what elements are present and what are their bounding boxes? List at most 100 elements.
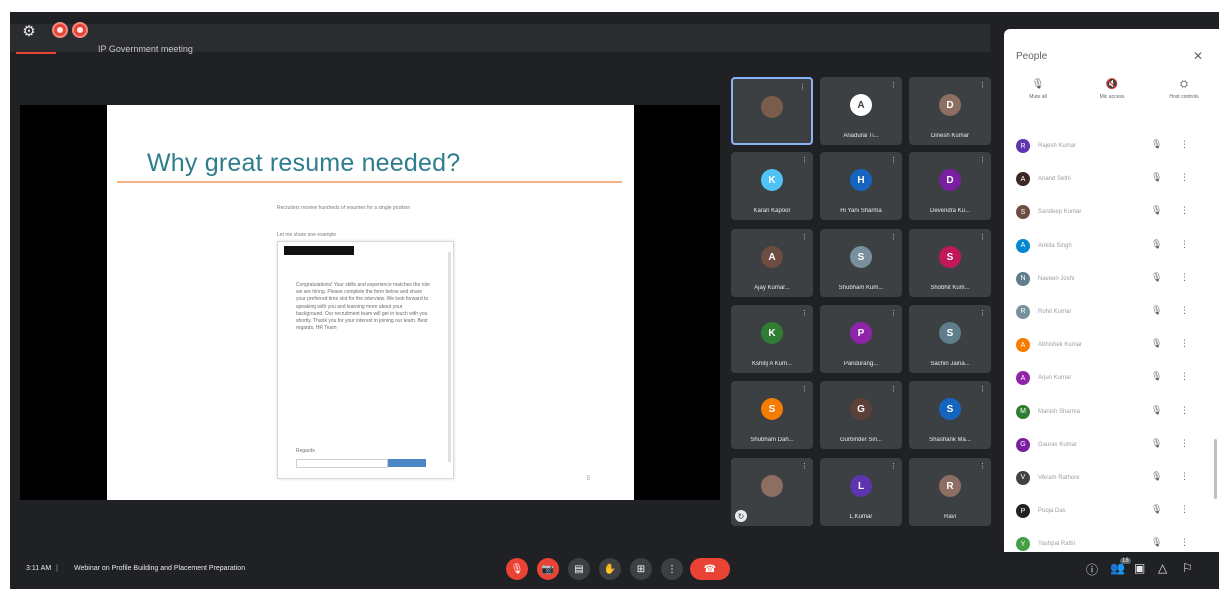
participant-row[interactable]: S Sandeep Kumar 🎙 ⋮ [1004,198,1219,231]
participant-mic-icon[interactable]: 🎙 [1151,173,1162,183]
panel-scrollbar[interactable] [1214,439,1217,499]
participant-more-icon[interactable]: ⋮ [1180,306,1189,316]
leave-call-button[interactable]: ☎ [690,558,730,580]
tile-menu-icon[interactable]: ⋮ [979,81,986,89]
participant-tile[interactable]: ⋮ H Hi Yani Sharma [820,152,902,220]
mic-access-button[interactable]: 🔇 Mic access [1082,79,1142,100]
participant-mic-icon[interactable]: 🎙 [1151,439,1162,449]
tile-menu-icon[interactable]: ⋮ [890,233,897,241]
meet-window: IP Government meeting ⚙ Why great resume… [10,12,1219,589]
participant-tile[interactable]: ⋮ S Sachin Jaina... [909,305,991,373]
activities-icon[interactable]: △ [1158,561,1167,575]
participant-avatar: S [939,322,961,344]
participant-mic-icon[interactable]: 🎙 [1151,306,1162,316]
participant-more-icon[interactable]: ⋮ [1180,372,1189,382]
participant-more-icon[interactable]: ⋮ [1180,439,1189,449]
participant-tile[interactable]: ⋮ D Dinesh Kumar [909,77,991,145]
participant-mic-icon[interactable]: 🎙 [1151,140,1162,150]
participant-tile[interactable]: ⋮ A Ajay Kumar... [731,229,813,297]
participant-mic-icon[interactable]: 🎙 [1151,372,1162,382]
participant-tile[interactable]: ⋮ [731,77,813,145]
participant-mic-icon[interactable]: 🎙 [1151,240,1162,250]
participant-row[interactable]: V Vikram Rathore 🎙 ⋮ [1004,464,1219,497]
participant-tile[interactable]: ⋮ S Shubham Dah... [731,381,813,449]
participant-row[interactable]: R Rohit Kumar 🎙 ⋮ [1004,298,1219,331]
participant-mic-icon[interactable]: 🎙 [1151,538,1162,548]
tile-menu-icon[interactable]: ⋮ [979,156,986,164]
tile-menu-icon[interactable]: ⋮ [799,83,806,91]
participant-row-name: Naveen Joshi [1038,275,1075,282]
participant-row-name: Anand Sethi [1038,176,1071,183]
tile-menu-icon[interactable]: ⋮ [890,156,897,164]
participant-tile[interactable]: ⋮ S Shobhit Kum... [909,229,991,297]
participant-tile[interactable]: ⋮ K Karan Kapoor [731,152,813,220]
participant-mic-icon[interactable]: 🎙 [1151,339,1162,349]
participant-more-icon[interactable]: ⋮ [1180,538,1189,548]
mute-all-button[interactable]: 🎙 Mute all [1008,79,1068,100]
participant-tile[interactable]: ⋮ G Gurbinder Sin... [820,381,902,449]
participant-tile[interactable]: ⋮ K Kshitij A Kum... [731,305,813,373]
participant-row[interactable]: A Ankita Singh 🎙 ⋮ [1004,232,1219,265]
tile-menu-icon[interactable]: ⋮ [801,462,808,470]
mic-toggle-button[interactable]: 🎙 [506,558,528,580]
participant-more-icon[interactable]: ⋮ [1180,505,1189,515]
participant-row[interactable]: A Arjun Kumar 🎙 ⋮ [1004,364,1219,397]
tile-menu-icon[interactable]: ⋮ [890,309,897,317]
participant-tile[interactable]: ⋮ R Ravi [909,458,991,526]
participant-more-icon[interactable]: ⋮ [1180,206,1189,216]
tile-menu-icon[interactable]: ⋮ [979,233,986,241]
participant-more-icon[interactable]: ⋮ [1180,173,1189,183]
tile-menu-icon[interactable]: ⋮ [979,462,986,470]
tile-menu-icon[interactable]: ⋮ [890,385,897,393]
participant-tile[interactable]: ⋮ ↻ [731,458,813,526]
participant-name: Devendra Ku... [929,208,971,214]
slide-page-number: 5 [586,476,590,482]
tile-menu-icon[interactable]: ⋮ [890,81,897,89]
participant-more-icon[interactable]: ⋮ [1180,472,1189,482]
participant-mic-icon[interactable]: 🎙 [1151,505,1162,515]
participant-tile[interactable]: ⋮ P Pandurang... [820,305,902,373]
tile-menu-icon[interactable]: ⋮ [801,385,808,393]
participant-mic-icon[interactable]: 🎙 [1151,472,1162,482]
participant-row[interactable]: N Naveen Joshi 🎙 ⋮ [1004,265,1219,298]
participant-mic-icon[interactable]: 🎙 [1151,406,1162,416]
present-button[interactable]: ⊞ [630,558,652,580]
participant-mic-icon[interactable]: 🎙 [1151,273,1162,283]
tile-menu-icon[interactable]: ⋮ [801,233,808,241]
chat-icon[interactable]: ▣ [1134,561,1145,575]
info-icon[interactable]: ⓘ [1086,561,1098,578]
participant-more-icon[interactable]: ⋮ [1180,339,1189,349]
participant-name: Gurbinder Sin... [839,437,883,443]
host-controls-button[interactable]: ⛭ Host controls [1154,79,1214,100]
participant-avatar: L [850,475,872,497]
participant-row[interactable]: A Abhishek Kumar 🎙 ⋮ [1004,331,1219,364]
participant-row[interactable]: P Pooja Das 🎙 ⋮ [1004,497,1219,530]
participant-row[interactable]: M Manish Sharma 🎙 ⋮ [1004,398,1219,431]
tile-menu-icon[interactable]: ⋮ [801,309,808,317]
raise-hand-button[interactable]: ✋ [599,558,621,580]
participant-tile[interactable]: ⋮ S Shubham Kum... [820,229,902,297]
participant-row[interactable]: R Rajesh Kumar 🎙 ⋮ [1004,132,1219,165]
participant-mic-icon[interactable]: 🎙 [1151,206,1162,216]
tile-menu-icon[interactable]: ⋮ [979,385,986,393]
participant-more-icon[interactable]: ⋮ [1180,406,1189,416]
tile-menu-icon[interactable]: ⋮ [801,156,808,164]
tile-menu-icon[interactable]: ⋮ [979,309,986,317]
participant-name: Shubham Kum... [838,285,884,291]
participant-row[interactable]: A Anand Sethi 🎙 ⋮ [1004,165,1219,198]
participant-more-icon[interactable]: ⋮ [1180,240,1189,250]
participant-row-avatar: Y [1016,537,1030,552]
participant-tile[interactable]: ⋮ A Anadurai Ti... [820,77,902,145]
tile-menu-icon[interactable]: ⋮ [890,462,897,470]
participant-tile[interactable]: ⋮ L L.Kumar [820,458,902,526]
participant-tile[interactable]: ⋮ D Devendra Ku... [909,152,991,220]
participant-more-icon[interactable]: ⋮ [1180,140,1189,150]
host-lock-icon[interactable]: ⚐ [1182,561,1193,575]
participant-row[interactable]: G Gaurav Kumar 🎙 ⋮ [1004,431,1219,464]
captions-button[interactable]: ▤ [568,558,590,580]
more-options-button[interactable]: ⋮ [661,558,683,580]
participant-more-icon[interactable]: ⋮ [1180,273,1189,283]
close-icon[interactable]: ✕ [1193,49,1203,63]
participant-tile[interactable]: ⋮ S Shashank Ma... [909,381,991,449]
camera-toggle-button[interactable]: 📷 [537,558,559,580]
